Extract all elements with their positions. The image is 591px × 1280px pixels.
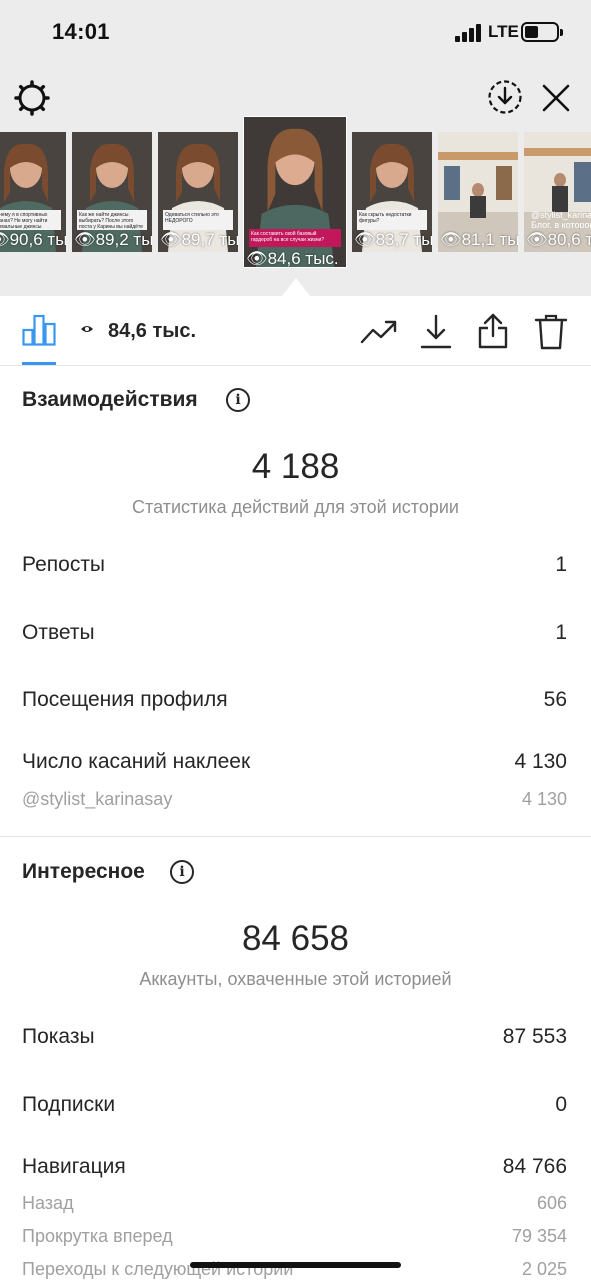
story-thumbnail-selected[interactable]: Как составить свой базовый гардероб на в… [243, 116, 347, 268]
stat-label: Посещения профиля [22, 688, 228, 711]
trending-icon[interactable] [360, 318, 398, 346]
download-circle-icon[interactable] [487, 79, 523, 115]
story-thumbnail[interactable]: Почему я в спортивных штанах? Не могу на… [0, 132, 66, 252]
stat-value: 0 [555, 1093, 567, 1116]
sticker-label: @stylist_karinasay [22, 789, 173, 809]
story-thumbnail[interactable]: Как скрыть недостатки фигуры? 👁83,7 тыс. [352, 132, 432, 252]
stat-label: Число касаний наклеек [22, 750, 251, 773]
gear-icon[interactable] [14, 80, 50, 116]
story-thumbnail[interactable]: Одеваться стильно это НЕДОРОГО 👁89,7 тыс… [158, 132, 238, 252]
insights-toolbar: 84,6 тыс. [0, 296, 591, 366]
stat-value: 1 [555, 553, 567, 576]
story-caption: Почему я в спортивных штанах? Не могу на… [0, 210, 61, 230]
active-tab-indicator [22, 362, 56, 365]
discovery-subtitle: Аккаунты, охваченные этой историей [139, 969, 452, 989]
home-indicator[interactable] [190, 1262, 401, 1268]
signal-icon [455, 24, 483, 42]
bar-chart-icon[interactable] [22, 314, 56, 346]
nav-value: 606 [536, 1193, 567, 1213]
stat-value: 87 553 [502, 1025, 567, 1048]
status-time: 14:01 [52, 19, 110, 44]
story-thumbnails: Почему я в спортивных штанах? Не могу на… [0, 116, 591, 276]
info-icon[interactable]: i [170, 860, 194, 884]
share-icon[interactable] [477, 312, 509, 350]
selected-pointer [282, 278, 310, 296]
story-views: 👁89,7 тыс. [160, 230, 238, 249]
story-views: 👁89,2 тыс. [74, 230, 152, 249]
interactions-subtitle: Статистика действий для этой истории [132, 497, 459, 517]
story-caption: Как же найти джинсы выбирать? После этог… [77, 210, 147, 230]
story-views: 👁83,7 тыс. [354, 230, 432, 249]
close-icon[interactable] [540, 82, 572, 114]
battery-icon [521, 22, 563, 42]
trash-icon[interactable] [534, 314, 568, 350]
sticker-value: 4 130 [521, 789, 567, 809]
story-thumbnail[interactable]: 👁81,1 тыс. [438, 132, 518, 252]
story-views: 👁90,6 тыс. [0, 230, 66, 249]
info-icon[interactable]: i [226, 388, 250, 412]
stat-value: 4 130 [514, 750, 567, 773]
stat-label: Показы [22, 1025, 95, 1048]
story-caption: Одеваться стильно это НЕДОРОГО [163, 210, 233, 230]
discovery-total: 84 658 [241, 919, 350, 958]
download-icon[interactable] [420, 314, 452, 350]
interactions-total: 4 188 [251, 447, 340, 486]
nav-value: 79 354 [511, 1226, 567, 1246]
story-views: 👁84,6 тыс. [246, 249, 339, 268]
stat-label: Навигация [22, 1155, 126, 1178]
eye-icon [81, 326, 93, 332]
story-caption: Как составить свой базовый гардероб на в… [249, 229, 341, 247]
story-thumbnail[interactable]: @stylist_karinasay Блог, в котором 👁80,6… [524, 132, 591, 252]
story-thumbnail[interactable]: Как же найти джинсы выбирать? После этог… [72, 132, 152, 252]
nav-label: Прокрутка вперед [22, 1226, 173, 1246]
stat-value: 1 [555, 621, 567, 644]
story-views: 👁80,6 тыс. [526, 230, 591, 249]
stat-value: 56 [543, 688, 567, 711]
nav-label: Назад [22, 1193, 74, 1213]
story-preview-area: 14:01 LTE Почему я в спортивных штанах? [0, 0, 591, 296]
stat-label: Подписки [22, 1093, 116, 1116]
stat-label: Репосты [22, 553, 106, 576]
reach-count: 84,6 тыс. [108, 320, 197, 342]
section-divider [0, 836, 591, 837]
stat-value: 84 766 [502, 1155, 567, 1178]
nav-value: 2 025 [521, 1259, 567, 1279]
interactions-title: Взаимодействия [22, 388, 198, 411]
stat-label: Ответы [22, 621, 95, 644]
discovery-title: Интересное [22, 860, 145, 883]
story-caption: Как скрыть недостатки фигуры? [357, 210, 427, 230]
story-views: 👁81,1 тыс. [440, 230, 518, 249]
network-label: LTE [488, 22, 519, 41]
story-caption: @stylist_karinasay Блог, в котором [531, 210, 591, 228]
status-bar: 14:01 LTE [0, 0, 591, 64]
